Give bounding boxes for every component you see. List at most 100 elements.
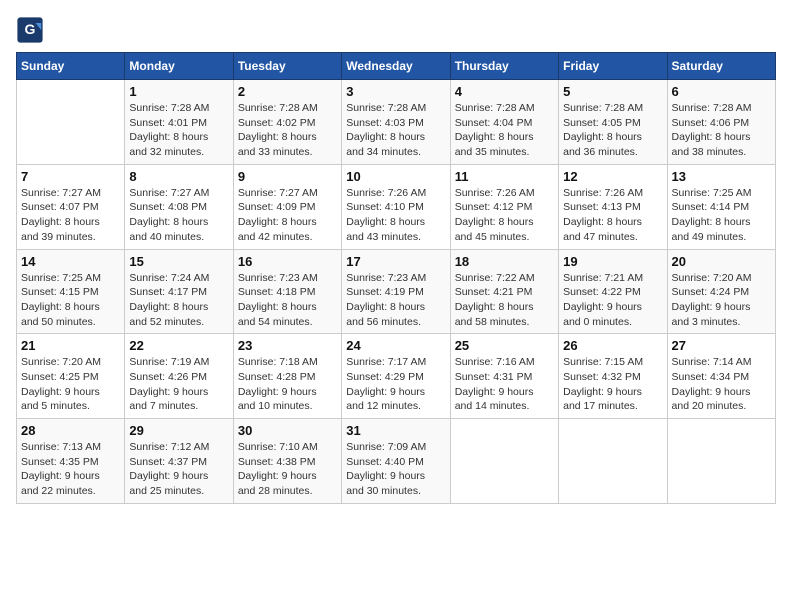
calendar-cell: 9Sunrise: 7:27 AM Sunset: 4:09 PM Daylig… [233, 164, 341, 249]
svg-text:G: G [25, 21, 36, 37]
day-info: Sunrise: 7:14 AM Sunset: 4:34 PM Dayligh… [672, 355, 771, 414]
day-info: Sunrise: 7:27 AM Sunset: 4:08 PM Dayligh… [129, 186, 228, 245]
day-info: Sunrise: 7:26 AM Sunset: 4:13 PM Dayligh… [563, 186, 662, 245]
calendar-cell [559, 419, 667, 504]
day-number: 6 [672, 84, 771, 99]
col-header-friday: Friday [559, 53, 667, 80]
calendar-cell: 7Sunrise: 7:27 AM Sunset: 4:07 PM Daylig… [17, 164, 125, 249]
day-info: Sunrise: 7:20 AM Sunset: 4:25 PM Dayligh… [21, 355, 120, 414]
calendar-cell [450, 419, 558, 504]
day-number: 30 [238, 423, 337, 438]
day-number: 11 [455, 169, 554, 184]
col-header-thursday: Thursday [450, 53, 558, 80]
calendar-cell: 28Sunrise: 7:13 AM Sunset: 4:35 PM Dayli… [17, 419, 125, 504]
calendar-cell: 31 Sunrise: 7:09 AM Sunset: 4:40 PM Dayli… [342, 419, 450, 504]
calendar-cell: 11Sunrise: 7:26 AM Sunset: 4:12 PM Dayli… [450, 164, 558, 249]
calendar-week-0: 1 Sunrise: 7:28 AM Sunset: 4:01 PM Daylig… [17, 80, 776, 165]
day-number: 5 [563, 84, 662, 99]
calendar-cell: 18 Sunrise: 7:22 AM Sunset: 4:21 PM Dayli… [450, 249, 558, 334]
day-info: Sunrise: 7:18 AM Sunset: 4:28 PM Dayligh… [238, 355, 337, 414]
page-header: G [16, 16, 776, 44]
day-number: 31 [346, 423, 445, 438]
day-number: 15 [129, 254, 228, 269]
calendar-cell: 10 Sunrise: 7:26 AM Sunset: 4:10 PM Dayli… [342, 164, 450, 249]
day-info: Sunrise: 7:25 AM Sunset: 4:15 PM Dayligh… [21, 271, 120, 330]
calendar-cell: 6 Sunrise: 7:28 AM Sunset: 4:06 PM Daylig… [667, 80, 775, 165]
day-number: 20 [672, 254, 771, 269]
calendar-week-4: 28Sunrise: 7:13 AM Sunset: 4:35 PM Dayli… [17, 419, 776, 504]
day-number: 17 [346, 254, 445, 269]
day-number: 4 [455, 84, 554, 99]
logo: G [16, 16, 48, 44]
day-number: 23 [238, 338, 337, 353]
day-info: Sunrise: 7:28 AM Sunset: 4:01 PM Dayligh… [129, 101, 228, 160]
calendar-cell: 15Sunrise: 7:24 AM Sunset: 4:17 PM Dayli… [125, 249, 233, 334]
day-info: Sunrise: 7:28 AM Sunset: 4:06 PM Dayligh… [672, 101, 771, 160]
day-number: 8 [129, 169, 228, 184]
day-info: Sunrise: 7:28 AM Sunset: 4:02 PM Dayligh… [238, 101, 337, 160]
day-info: Sunrise: 7:27 AM Sunset: 4:09 PM Dayligh… [238, 186, 337, 245]
calendar-cell: 27 Sunrise: 7:14 AM Sunset: 4:34 PM Dayli… [667, 334, 775, 419]
day-number: 18 [455, 254, 554, 269]
day-info: Sunrise: 7:28 AM Sunset: 4:03 PM Dayligh… [346, 101, 445, 160]
day-info: Sunrise: 7:10 AM Sunset: 4:38 PM Dayligh… [238, 440, 337, 499]
day-number: 10 [346, 169, 445, 184]
calendar-week-2: 14 Sunrise: 7:25 AM Sunset: 4:15 PM Dayli… [17, 249, 776, 334]
calendar-cell: 25 Sunrise: 7:16 AM Sunset: 4:31 PM Dayli… [450, 334, 558, 419]
calendar-cell [17, 80, 125, 165]
calendar-cell [667, 419, 775, 504]
calendar-cell: 24Sunrise: 7:17 AM Sunset: 4:29 PM Dayli… [342, 334, 450, 419]
day-number: 19 [563, 254, 662, 269]
calendar-cell: 29 Sunrise: 7:12 AM Sunset: 4:37 PM Dayli… [125, 419, 233, 504]
day-number: 2 [238, 84, 337, 99]
day-number: 26 [563, 338, 662, 353]
calendar-cell: 21Sunrise: 7:20 AM Sunset: 4:25 PM Dayli… [17, 334, 125, 419]
day-info: Sunrise: 7:22 AM Sunset: 4:21 PM Dayligh… [455, 271, 554, 330]
day-number: 22 [129, 338, 228, 353]
calendar-cell: 5 Sunrise: 7:28 AM Sunset: 4:05 PM Daylig… [559, 80, 667, 165]
day-number: 28 [21, 423, 120, 438]
day-info: Sunrise: 7:20 AM Sunset: 4:24 PM Dayligh… [672, 271, 771, 330]
calendar-cell: 8 Sunrise: 7:27 AM Sunset: 4:08 PM Daylig… [125, 164, 233, 249]
day-info: Sunrise: 7:27 AM Sunset: 4:07 PM Dayligh… [21, 186, 120, 245]
day-number: 16 [238, 254, 337, 269]
calendar-cell: 30 Sunrise: 7:10 AM Sunset: 4:38 PM Dayli… [233, 419, 341, 504]
day-info: Sunrise: 7:16 AM Sunset: 4:31 PM Dayligh… [455, 355, 554, 414]
calendar-cell: 4Sunrise: 7:28 AM Sunset: 4:04 PM Daylig… [450, 80, 558, 165]
calendar-cell: 23 Sunrise: 7:18 AM Sunset: 4:28 PM Dayli… [233, 334, 341, 419]
day-number: 3 [346, 84, 445, 99]
day-info: Sunrise: 7:15 AM Sunset: 4:32 PM Dayligh… [563, 355, 662, 414]
day-info: Sunrise: 7:12 AM Sunset: 4:37 PM Dayligh… [129, 440, 228, 499]
day-info: Sunrise: 7:09 AM Sunset: 4:40 PM Dayligh… [346, 440, 445, 499]
day-info: Sunrise: 7:28 AM Sunset: 4:05 PM Dayligh… [563, 101, 662, 160]
day-number: 12 [563, 169, 662, 184]
col-header-tuesday: Tuesday [233, 53, 341, 80]
calendar-cell: 26 Sunrise: 7:15 AM Sunset: 4:32 PM Dayli… [559, 334, 667, 419]
day-number: 13 [672, 169, 771, 184]
calendar-table: SundayMondayTuesdayWednesdayThursdayFrid… [16, 52, 776, 504]
day-info: Sunrise: 7:19 AM Sunset: 4:26 PM Dayligh… [129, 355, 228, 414]
calendar-cell: 13Sunrise: 7:25 AM Sunset: 4:14 PM Dayli… [667, 164, 775, 249]
calendar-cell: 20 Sunrise: 7:20 AM Sunset: 4:24 PM Dayli… [667, 249, 775, 334]
col-header-saturday: Saturday [667, 53, 775, 80]
day-info: Sunrise: 7:23 AM Sunset: 4:19 PM Dayligh… [346, 271, 445, 330]
day-number: 1 [129, 84, 228, 99]
calendar-week-1: 7Sunrise: 7:27 AM Sunset: 4:07 PM Daylig… [17, 164, 776, 249]
day-info: Sunrise: 7:26 AM Sunset: 4:10 PM Dayligh… [346, 186, 445, 245]
day-info: Sunrise: 7:23 AM Sunset: 4:18 PM Dayligh… [238, 271, 337, 330]
day-number: 24 [346, 338, 445, 353]
calendar-cell: 2 Sunrise: 7:28 AM Sunset: 4:02 PM Daylig… [233, 80, 341, 165]
calendar-cell: 17 Sunrise: 7:23 AM Sunset: 4:19 PM Dayli… [342, 249, 450, 334]
calendar-week-3: 21Sunrise: 7:20 AM Sunset: 4:25 PM Dayli… [17, 334, 776, 419]
calendar-cell: 16 Sunrise: 7:23 AM Sunset: 4:18 PM Dayli… [233, 249, 341, 334]
col-header-wednesday: Wednesday [342, 53, 450, 80]
day-number: 25 [455, 338, 554, 353]
day-number: 27 [672, 338, 771, 353]
calendar-cell: 12 Sunrise: 7:26 AM Sunset: 4:13 PM Dayli… [559, 164, 667, 249]
day-number: 14 [21, 254, 120, 269]
col-header-sunday: Sunday [17, 53, 125, 80]
calendar-cell: 19Sunrise: 7:21 AM Sunset: 4:22 PM Dayli… [559, 249, 667, 334]
day-number: 29 [129, 423, 228, 438]
calendar-cell: 1 Sunrise: 7:28 AM Sunset: 4:01 PM Daylig… [125, 80, 233, 165]
calendar-cell: 14 Sunrise: 7:25 AM Sunset: 4:15 PM Dayli… [17, 249, 125, 334]
